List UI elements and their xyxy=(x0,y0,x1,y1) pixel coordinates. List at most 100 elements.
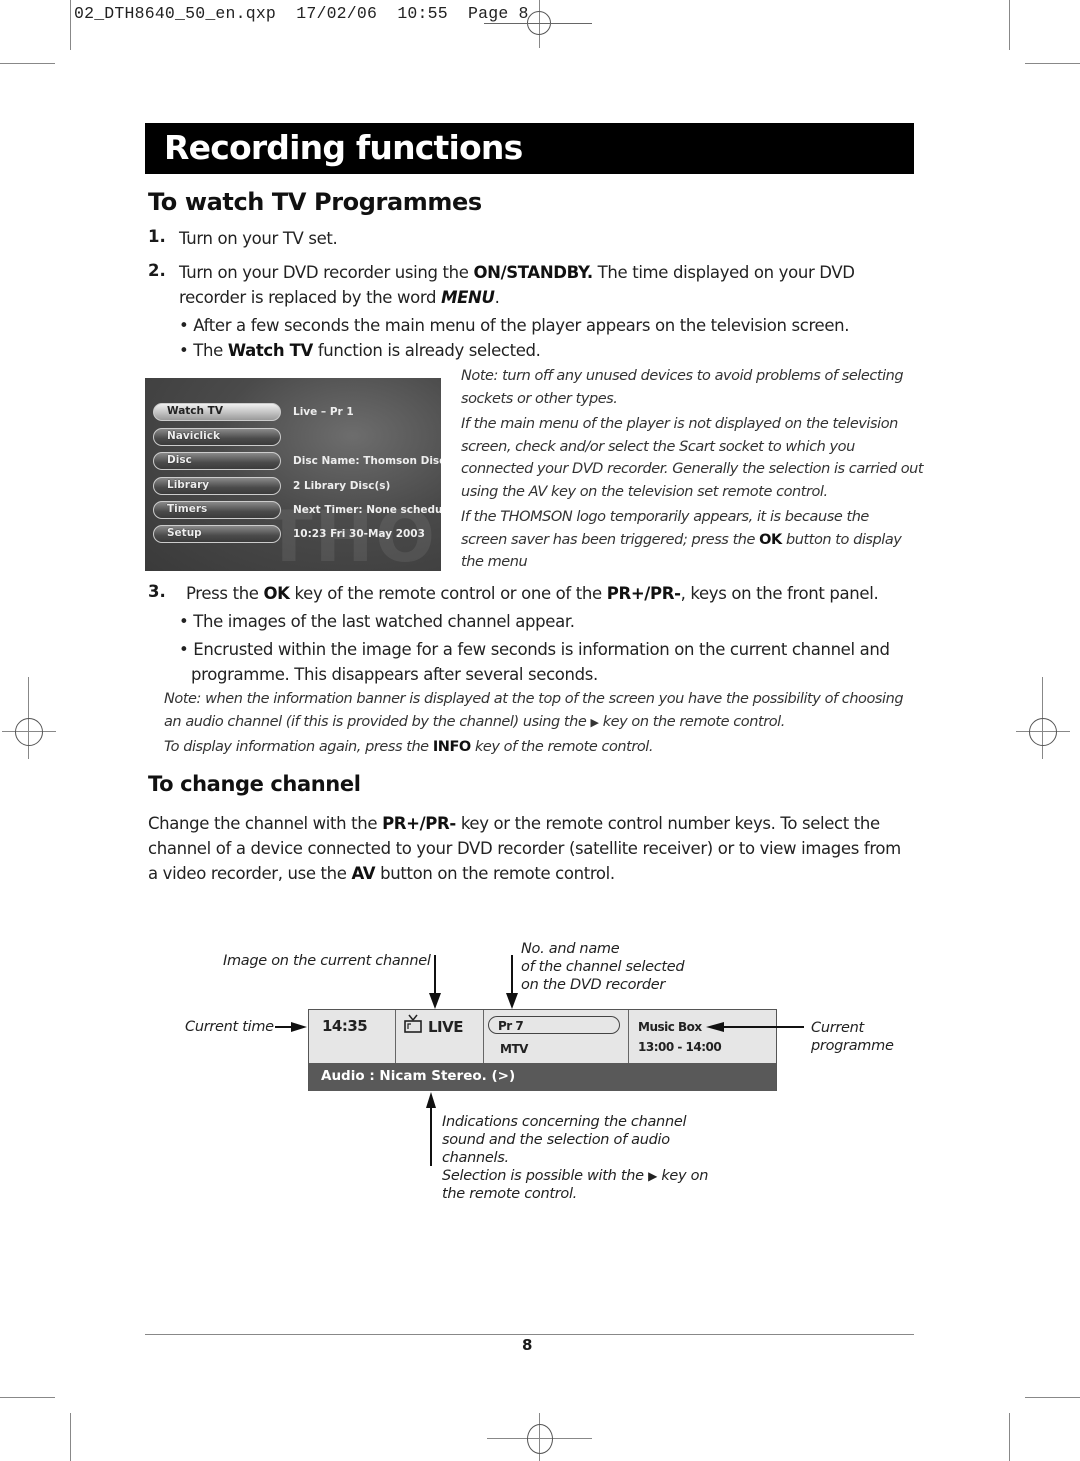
menu-item-disc: Disc xyxy=(153,452,281,470)
text: Press the xyxy=(186,584,264,603)
menu-item-label: Disc xyxy=(167,454,192,466)
text: key on xyxy=(657,1168,709,1184)
caption-channel-no-name: No. and name of the channel selected on … xyxy=(521,940,685,994)
crop-mark xyxy=(1025,1397,1080,1398)
text: a video recorder, use the xyxy=(148,864,352,883)
menu-item-label: Naviclick xyxy=(167,430,220,442)
note-audio-channel: Note: when the information banner is dis… xyxy=(164,688,904,734)
slug-filename: 02_DTH8640_50_en.qxp xyxy=(74,4,277,23)
pointer-line xyxy=(511,955,513,995)
text: channels. xyxy=(442,1150,509,1166)
play-key-icon: ▶ xyxy=(648,1169,658,1183)
menu-item-value: 2 Library Disc(s) xyxy=(293,480,391,492)
text: programme xyxy=(811,1038,894,1054)
step-2-line-2: recorder is replaced by the word MENU. xyxy=(179,285,500,310)
text: connected your DVD recorder. Generally t… xyxy=(461,461,924,477)
text: The time displayed on your DVD xyxy=(592,263,855,282)
text: No. and name xyxy=(521,941,620,957)
menu-item-label: Timers xyxy=(167,503,208,515)
key-label: ON/STANDBY. xyxy=(473,263,593,282)
text: function is already selected. xyxy=(312,341,541,360)
crop-mark xyxy=(0,1397,55,1398)
step-3-bullet-2-line-1: • Encrusted within the image for a few s… xyxy=(179,640,890,659)
text: key of the remote control. xyxy=(470,739,654,755)
text: key of the remote control or one of the xyxy=(289,584,607,603)
page-number: 8 xyxy=(522,1336,533,1354)
key-label: INFO xyxy=(432,739,471,755)
text: Turn on your DVD recorder using the xyxy=(179,263,474,282)
text: If the THOMSON logo temporarily appears,… xyxy=(461,509,869,525)
menu-item-timers: Timers xyxy=(153,501,281,519)
step-2-line-1: Turn on your DVD recorder using the ON/S… xyxy=(179,260,855,285)
menu-item-library: Library xyxy=(153,477,281,495)
caption-current-programme: Current programme xyxy=(811,1019,894,1055)
slug-rule xyxy=(484,23,592,24)
banner-programme-time: 13:00 - 14:00 xyxy=(638,1040,722,1054)
crop-mark xyxy=(1025,63,1080,64)
text: recorder is replaced by the word xyxy=(179,288,442,307)
text: using the AV key on the television set r… xyxy=(461,483,828,500)
key-label: OK xyxy=(759,531,782,548)
page-title-bar: Recording functions xyxy=(145,123,914,174)
registration-circle-icon xyxy=(527,1424,553,1454)
text: . xyxy=(494,288,500,307)
text: button on the remote control. xyxy=(375,864,615,883)
key-label: MENU xyxy=(441,288,495,307)
caption-audio-indications: Indications concerning the channel sound… xyxy=(442,1113,708,1203)
text: Note: when the information banner is dis… xyxy=(164,691,904,707)
banner-audio-bar: Audio : Nicam Stereo. (>) xyxy=(309,1063,776,1091)
banner-channel-name: MTV xyxy=(500,1042,528,1056)
step-number: 3. xyxy=(148,582,166,601)
text: Current xyxy=(811,1020,864,1036)
banner-programme-cell: Music Box 13:00 - 14:00 xyxy=(629,1010,777,1063)
text: on the DVD recorder xyxy=(521,977,666,993)
step-1-text: Turn on your TV set. xyxy=(179,229,338,248)
text: Change the channel with the xyxy=(148,814,383,833)
banner-time-cell: 14:35 xyxy=(309,1010,396,1063)
key-label: Watch TV xyxy=(227,341,313,360)
change-channel-line-1: Change the channel with the PR+/PR- key … xyxy=(148,811,880,836)
crop-mark xyxy=(70,0,71,50)
text: the remote control. xyxy=(442,1186,577,1202)
side-note-2: If the main menu of the player is not di… xyxy=(461,413,924,503)
menu-item-label: Setup xyxy=(167,527,202,539)
text: sound and the selection of audio xyxy=(442,1132,670,1148)
pointer-line xyxy=(430,1106,432,1166)
key-label: PR+/PR- xyxy=(382,814,456,833)
registration-circle-icon xyxy=(1029,718,1057,746)
text: If the main menu of the player is not di… xyxy=(461,416,898,432)
arrow-down-icon xyxy=(429,993,441,1009)
step-number: 2. xyxy=(148,261,166,280)
play-key-icon: ▶ xyxy=(590,715,599,729)
menu-item-label: Library xyxy=(167,479,210,491)
text: Indications concerning the channel xyxy=(442,1114,687,1130)
menu-item-value: 10:23 Fri 30-May 2003 xyxy=(293,528,425,540)
banner-audio: Audio : Nicam Stereo. (>) xyxy=(321,1068,516,1084)
menu-item-naviclick: Naviclick xyxy=(153,428,281,446)
file-slug: 02_DTH8640_50_en.qxp 17/02/06 10:55 Page… xyxy=(74,4,529,23)
note-info-key: To display information again, press the … xyxy=(164,736,653,759)
text: the menu xyxy=(461,554,528,570)
crop-mark xyxy=(70,1413,71,1461)
registration-circle-icon xyxy=(15,718,43,746)
menu-item-value: Disc Name: Thomson Disc xyxy=(293,455,441,467)
key-label: PR+/PR- xyxy=(606,584,681,603)
slug-time: 10:55 xyxy=(397,4,448,23)
banner-programme-name: Music Box xyxy=(638,1020,702,1034)
text: sockets or other types. xyxy=(461,390,618,407)
tv-icon xyxy=(404,1014,422,1033)
side-note-1: Note: turn off any unused devices to avo… xyxy=(461,365,904,410)
menu-item-setup: Setup xyxy=(153,525,281,543)
text: screen, check and/or select the Scart so… xyxy=(461,438,855,455)
text: , keys on the front panel. xyxy=(680,584,879,603)
footer-rule xyxy=(145,1334,914,1335)
text: key on the remote control. xyxy=(598,713,786,730)
step-3-bullet-1: • The images of the last watched channel… xyxy=(179,612,575,631)
caption-image-current-channel: Image on the current channel xyxy=(223,953,431,969)
text: Note: turn off any unused devices to avo… xyxy=(461,368,904,384)
step-2-bullet-1: • After a few seconds the main menu of t… xyxy=(179,316,850,335)
arrow-right-icon xyxy=(291,1022,307,1032)
step-3-line-1: Press the OK key of the remote control o… xyxy=(186,581,879,606)
banner-channel-number: Pr 7 xyxy=(498,1019,524,1033)
key-label: OK xyxy=(263,584,290,603)
